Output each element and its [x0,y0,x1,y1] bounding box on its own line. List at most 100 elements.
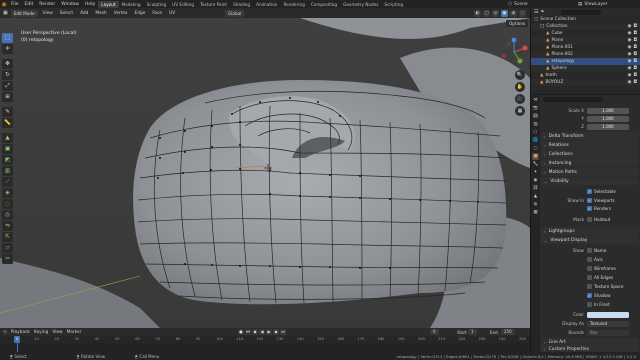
all-edges-checkbox[interactable] [587,275,592,280]
tab-layout[interactable]: Layout [98,0,119,8]
play-reverse-icon[interactable]: ◀ [259,329,265,335]
view-layer-selector[interactable]: ▤ ViewLayer [578,2,640,7]
menu-window[interactable]: Window [58,2,82,7]
wireframe-checkbox[interactable] [587,266,592,271]
overlay-icon[interactable]: ◐ [474,9,481,17]
timeline[interactable]: 0 10 20 30 40 50 60 70 80 90 100 110 120 130 140 150 160… [0,336,530,352]
section-collections[interactable]: › Collections [541,150,639,158]
section-delta-transform[interactable]: › Delta Transform [541,132,639,140]
camera-render-icon[interactable]: ◘ [633,31,637,36]
eye-icon[interactable]: ◉ [628,38,632,43]
wireframe-shading-icon[interactable]: ◎ [492,9,499,17]
outliner-row[interactable]: ▲ Plane.002 ◉ ◘ [531,51,640,58]
viewports-checkbox[interactable]: ✓ [587,198,592,203]
mesh-scene[interactable] [0,18,530,328]
tool-tab-icon[interactable]: ⚒ [532,97,539,104]
smooth-icon[interactable]: ◎ [2,210,13,220]
texture-tab-icon[interactable]: ▦ [532,209,539,216]
camera-render-icon[interactable]: ◘ [633,66,637,71]
physics-tab-icon[interactable]: ◉ [532,177,539,184]
eye-icon[interactable]: ◉ [628,73,632,78]
bounds-select[interactable]: Box [587,329,629,336]
zoom-icon[interactable]: 🔍 [515,70,525,80]
section-visibility[interactable]: ⌄ Visibility [541,177,639,185]
outliner-row[interactable]: ▲ teeth ◉ ◘ [531,72,640,79]
world-tab-icon[interactable]: 🌐 [532,137,539,144]
tab-scripting[interactable]: Scripting [381,1,406,8]
end-frame-field[interactable]: 250 [501,329,515,335]
scene-tab-icon[interactable]: ⬡ [532,129,539,136]
tab-texture-paint[interactable]: Texture Paint [197,1,230,8]
section-viewport-display[interactable]: ⌄ Viewport Display [541,236,639,244]
outliner-editor-icon[interactable]: ☰ [534,9,538,15]
rotate-icon[interactable]: ↻ [2,70,13,80]
tab-rendering[interactable]: Rendering [280,1,307,8]
material-tab-icon[interactable]: ◍ [532,201,539,208]
mode-selector[interactable]: Edit Mode [10,9,38,17]
menu-mesh[interactable]: Mesh [93,11,108,16]
outliner-row[interactable]: ▲ Plane.001 ◉ ◘ [531,44,640,51]
edge-slide-icon[interactable]: ⇋ [2,221,13,231]
timeline-menu-marker[interactable]: Marker [67,330,82,335]
menu-help[interactable]: Help [82,2,98,7]
options-button[interactable]: Options [506,20,529,27]
3d-viewport[interactable]: User Perspective (Local) (0) retopology … [0,18,530,328]
menu-file[interactable]: File [8,2,22,7]
camera-render-icon[interactable]: ◘ [633,24,637,29]
eye-icon[interactable]: ◉ [628,52,632,57]
camera-render-icon[interactable]: ◘ [633,80,637,85]
outliner-row[interactable]: ▲ Sphere ◉ ◘ [531,65,640,72]
outliner-row[interactable]: ▢ Collection ◉ ◘ [531,23,640,30]
transform-icon[interactable]: ⊞ [2,92,13,102]
camera-render-icon[interactable]: ◘ [633,45,637,50]
loop-cut-icon[interactable]: ▥ [2,166,13,176]
name-checkbox[interactable] [587,248,592,253]
tab-uv-editing[interactable]: UV Editing [169,1,197,8]
color-swatch[interactable] [587,311,629,318]
menu-uv[interactable]: UV [167,11,177,16]
holdout-checkbox[interactable] [587,217,592,222]
blender-logo-icon[interactable]: ◉ [0,0,8,8]
menu-edge[interactable]: Edge [133,11,148,16]
outliner-row[interactable]: ▲ BOYOUZ ◉ ◘ [531,79,640,86]
texture-space-checkbox[interactable] [587,284,592,289]
eye-icon[interactable]: ◉ [628,80,632,85]
section-relations[interactable]: › Relations [541,141,639,149]
section-line-art[interactable]: › Line Art [541,338,639,346]
xray-icon[interactable]: ▢ [483,9,490,17]
inset-icon[interactable]: ▣ [2,144,13,154]
outliner-row[interactable]: ▲ retopology ◉ ◘ [531,58,640,65]
renders-checkbox[interactable]: ✓ [587,206,592,211]
knife-icon[interactable]: ⟋ [2,177,13,187]
prev-keyframe-icon[interactable]: ◆ [252,329,258,335]
section-instancing[interactable]: › Instancing [541,159,639,167]
menu-view[interactable]: View [41,11,55,16]
menu-face[interactable]: Face [150,11,164,16]
poly-build-icon[interactable]: ◈ [2,188,13,198]
outliner-row[interactable]: ▲ Cube ◉ ◘ [531,30,640,37]
eye-icon[interactable]: ◉ [628,24,632,29]
scale-x-field[interactable]: 1.000 [587,107,629,114]
rendered-shading-icon[interactable]: ◌ [519,9,526,17]
collection-tab-icon[interactable]: ▢ [532,145,539,152]
eye-icon[interactable]: ◉ [628,66,632,71]
outliner-search-input[interactable] [560,9,601,15]
camera-render-icon[interactable]: ◘ [633,73,637,78]
tab-compositing[interactable]: Compositing [308,1,340,8]
timeline-ruler[interactable]: 0 10 20 30 40 50 60 70 80 90 100 110 120 130 140 150 160… [0,336,530,343]
camera-render-icon[interactable]: ◘ [633,59,637,64]
eye-icon[interactable]: ◉ [628,45,632,50]
cursor-icon[interactable]: ✛ [2,44,13,54]
annotate-icon[interactable]: ✎ [2,107,13,117]
axis-checkbox[interactable] [587,257,592,262]
navigation-gizmo[interactable] [498,36,530,68]
extrude-icon[interactable]: ▲ [2,133,13,143]
camera-render-icon[interactable]: ◘ [633,52,637,57]
menu-select[interactable]: Select [58,11,75,16]
timeline-menu-playback[interactable]: Playback [11,330,30,335]
material-shading-icon[interactable]: ◍ [510,9,517,17]
timeline-editor-icon[interactable]: ◷ [3,330,7,335]
constraints-tab-icon[interactable]: ⛓ [532,185,539,192]
current-frame-field[interactable]: 0 [430,329,439,335]
rip-icon[interactable]: ✂ [2,254,13,264]
